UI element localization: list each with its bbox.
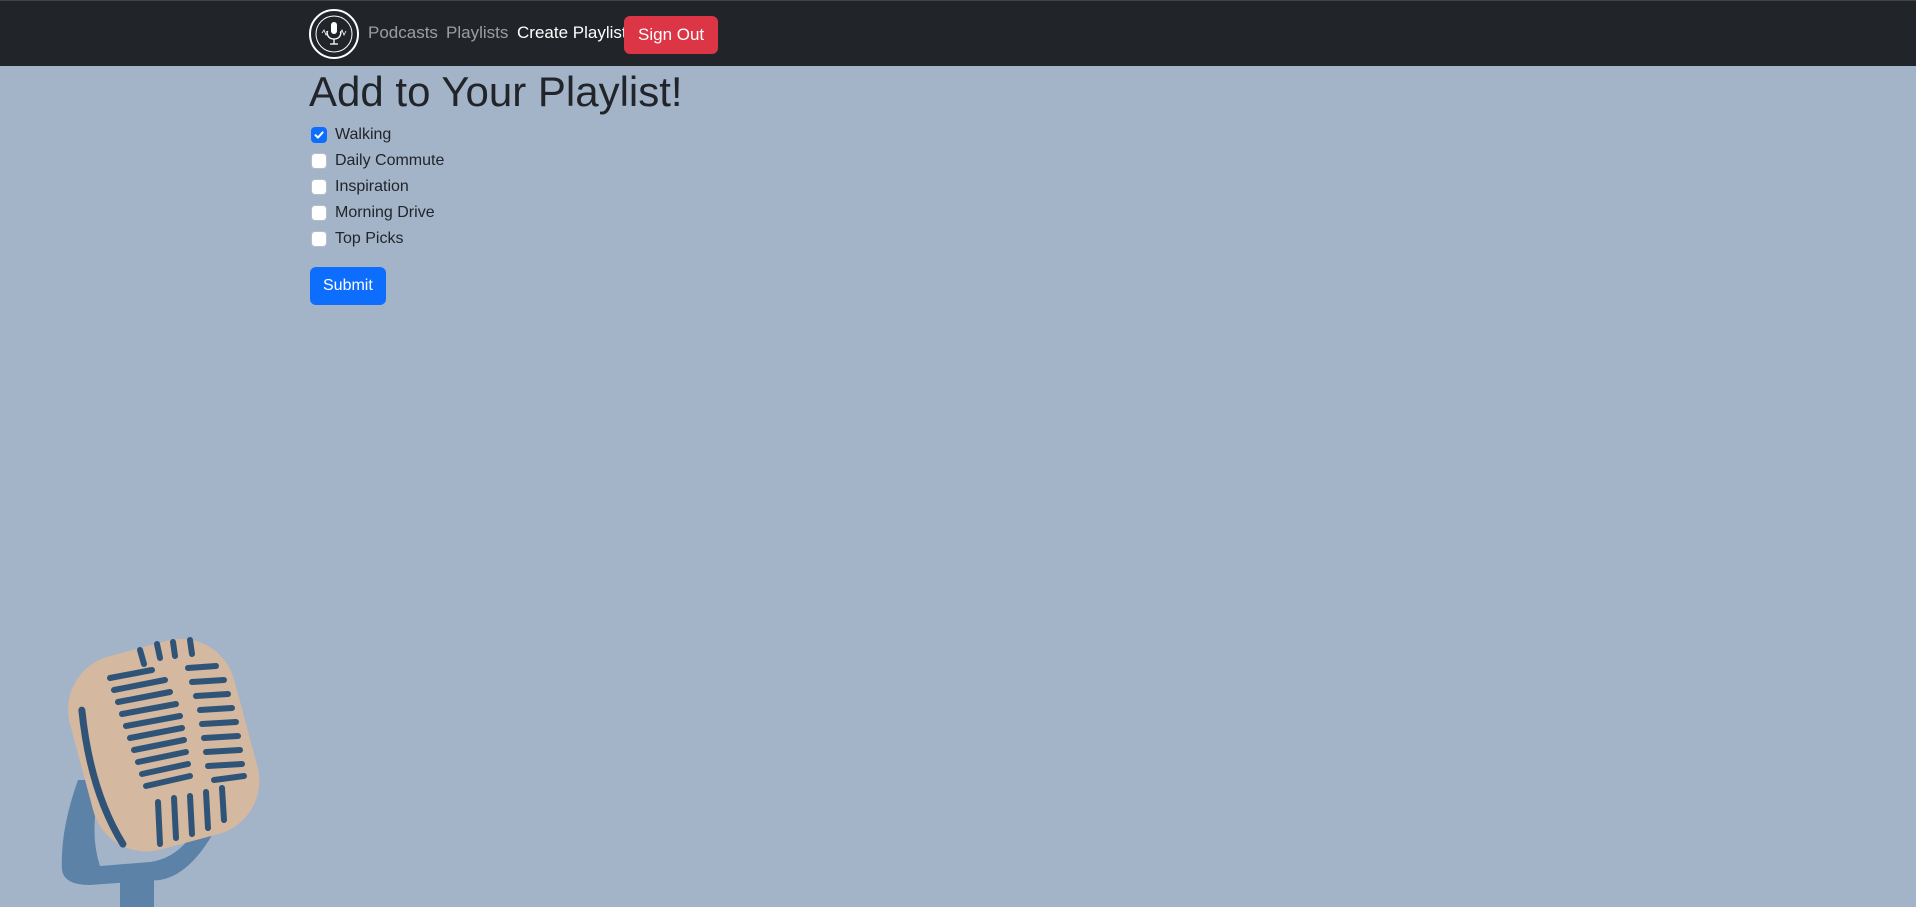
nav-link-podcasts[interactable]: Podcasts (368, 23, 438, 43)
morning-drive-label[interactable]: Morning Drive (335, 204, 435, 222)
page-title: Add to Your Playlist! (309, 68, 683, 115)
playlist-option-daily-commute: Daily Commute (309, 148, 444, 174)
walking-label[interactable]: Walking (335, 126, 391, 144)
sign-out-button[interactable]: Sign Out (624, 16, 719, 54)
nav-link-playlists[interactable]: Playlists (446, 23, 508, 43)
playlist-option-walking: Walking (309, 122, 444, 148)
submit-button[interactable]: Submit (310, 267, 386, 305)
brand-logo[interactable] (309, 9, 359, 59)
playlist-option-morning-drive: Morning Drive (309, 200, 444, 226)
podcast-microphone-logo-icon (315, 15, 353, 53)
microphone-illustration-icon (61, 637, 260, 907)
top-picks-checkbox[interactable] (311, 231, 327, 247)
walking-checkbox[interactable] (311, 127, 327, 143)
playlist-option-inspiration: Inspiration (309, 174, 444, 200)
top-navbar: Podcasts Playlists Create Playlist Sign … (0, 0, 1916, 66)
daily-commute-checkbox[interactable] (311, 153, 327, 169)
inspiration-label[interactable]: Inspiration (335, 178, 409, 196)
checkmark-icon (314, 131, 324, 139)
top-picks-label[interactable]: Top Picks (335, 230, 403, 248)
playlist-option-top-picks: Top Picks (309, 226, 444, 252)
morning-drive-checkbox[interactable] (311, 205, 327, 221)
nav-link-create-playlist[interactable]: Create Playlist (517, 23, 627, 43)
playlist-checkbox-list: Walking Daily Commute Inspiration Mornin… (309, 122, 444, 252)
daily-commute-label[interactable]: Daily Commute (335, 152, 444, 170)
inspiration-checkbox[interactable] (311, 179, 327, 195)
